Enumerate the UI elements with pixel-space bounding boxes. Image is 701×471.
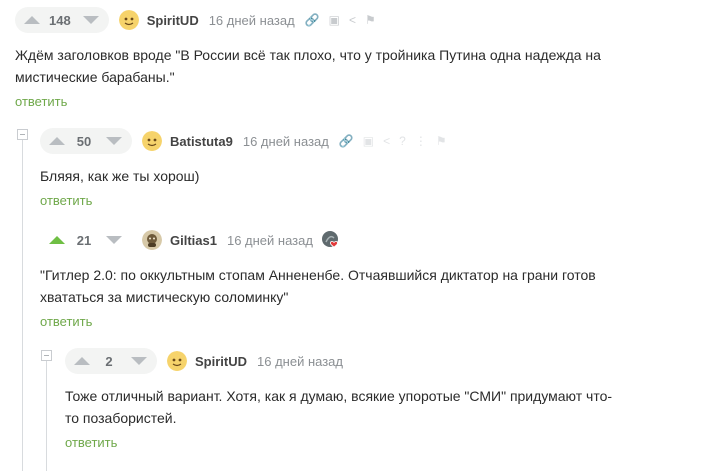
downvote-icon[interactable] [106,236,122,244]
timestamp[interactable]: 16 дней назад [227,233,313,248]
collapse-toggle-level3[interactable] [41,350,52,361]
rating-value: 21 [76,232,92,248]
reply-link[interactable]: ответить [40,314,92,329]
thread-line-level3[interactable] [46,360,47,471]
user-badge-icon[interactable] [321,230,341,250]
upvote-icon[interactable] [49,137,65,145]
comment: 21 Giltias1 16 дней назад "Гитлер 2.0: п… [40,226,680,331]
rating-value: 148 [49,12,71,28]
comment: 148 SpiritUD 16 дней назад 🔗 ▣ < ⚑ Ждём … [15,6,695,111]
share-icon[interactable]: < [349,14,356,26]
flag-icon[interactable]: ⚑ [436,135,447,147]
comment-actions: 🔗 ▣ < ? ⋮ ⚑ [339,135,447,147]
comment-text: "Гитлер 2.0: по оккультным стопам Аннене… [40,267,596,305]
info-icon[interactable]: ? [399,135,406,147]
comment-header: 148 SpiritUD 16 дней назад 🔗 ▣ < ⚑ [15,6,695,34]
rating-value: 50 [76,133,92,149]
avatar[interactable] [118,10,139,30]
comment-text: Бляяя, как же ты хорош) [40,168,200,184]
rating-value: 2 [105,353,113,369]
collapse-toggle-level1[interactable] [17,129,28,140]
rating-control: 50 [40,128,132,154]
upvote-icon[interactable] [49,236,65,244]
save-icon[interactable]: ▣ [363,135,374,147]
avatar[interactable] [142,230,162,250]
username[interactable]: Giltias1 [170,233,217,248]
rating-control: 2 [65,348,157,374]
rating-control: 148 [15,7,109,33]
downvote-icon[interactable] [131,357,147,365]
username[interactable]: SpiritUD [147,13,199,28]
share-icon[interactable]: < [383,135,390,147]
link-icon[interactable]: 🔗 [339,135,354,147]
thread-line-level1[interactable] [22,138,23,471]
reply-link[interactable]: ответить [65,435,117,450]
comment: 50 Batistuta9 16 дней назад 🔗 ▣ < ? ⋮ ⚑ … [40,127,680,210]
comment-header: 21 Giltias1 16 дней назад [40,226,680,254]
downvote-icon[interactable] [82,16,99,24]
flag-icon[interactable]: ⚑ [365,14,376,26]
username[interactable]: SpiritUD [195,354,247,369]
username[interactable]: Batistuta9 [170,134,233,149]
reply-link[interactable]: ответить [40,193,92,208]
avatar[interactable] [167,351,187,371]
comment-header: 50 Batistuta9 16 дней назад 🔗 ▣ < ? ⋮ ⚑ [40,127,680,155]
comment-text: Тоже отличный вариант. Хотя, как я думаю… [65,388,613,426]
avatar[interactable] [142,131,162,151]
reply-link[interactable]: ответить [15,94,67,109]
save-icon[interactable]: ▣ [329,14,340,26]
link-icon[interactable]: 🔗 [305,14,320,26]
timestamp[interactable]: 16 дней назад [257,354,343,369]
comment-header: 2 SpiritUD 16 дней назад [65,347,665,375]
timestamp[interactable]: 16 дней назад [209,13,295,28]
upvote-icon[interactable] [74,357,90,365]
comment-text: Ждём заголовков вроде "В России всё так … [15,47,601,85]
comment: 2 SpiritUD 16 дней назад Тоже отличный в… [65,347,665,452]
more-icon[interactable]: ⋮ [415,135,427,147]
comment-actions: 🔗 ▣ < ⚑ [305,14,376,26]
rating-control: 21 [40,227,132,253]
upvote-icon[interactable] [24,16,40,24]
downvote-icon[interactable] [106,137,122,145]
timestamp[interactable]: 16 дней назад [243,134,329,149]
